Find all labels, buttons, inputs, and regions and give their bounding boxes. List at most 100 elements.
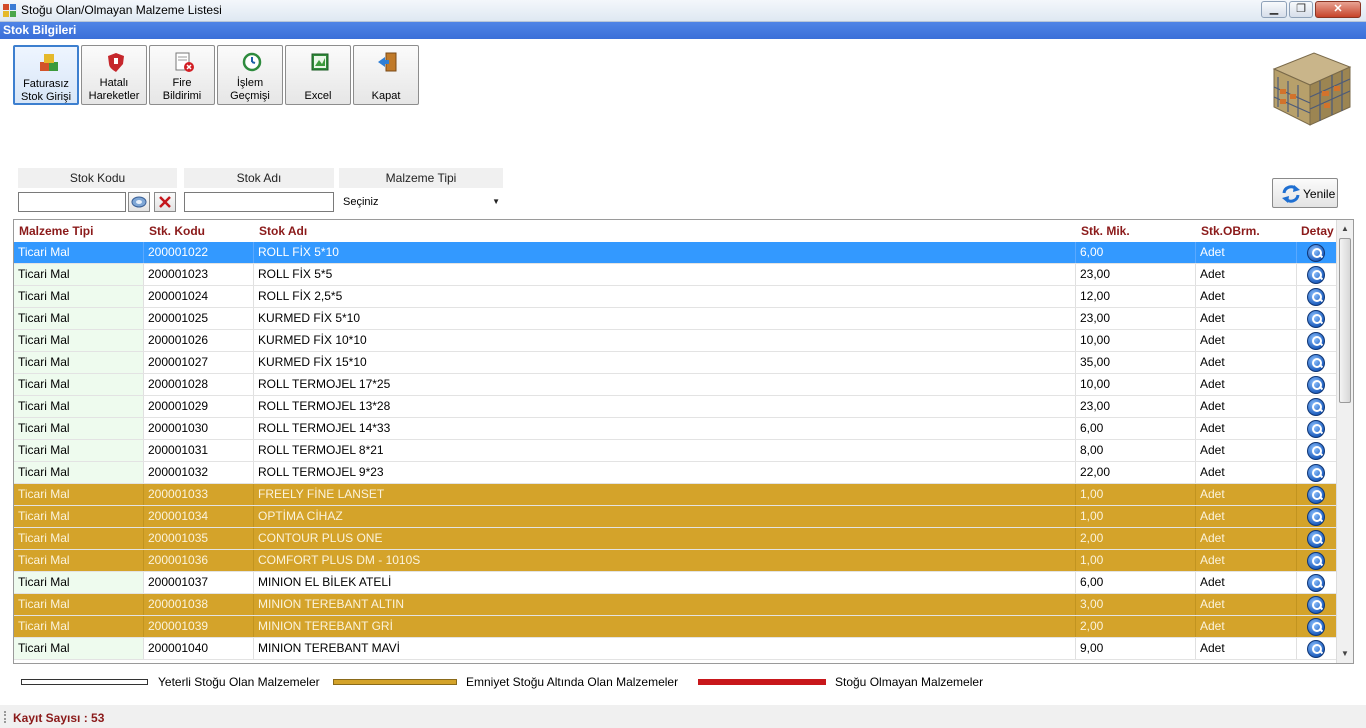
grip-icon — [4, 711, 6, 723]
table-row[interactable]: Ticari Mal 200001040 MINION TEREBANT MAVİ 9… — [14, 638, 1336, 660]
malzeme-tipi-select[interactable]: Seçiniz ▼ — [339, 192, 503, 212]
cell-detay — [1296, 286, 1336, 307]
cell-stk-mik: 22,00 — [1075, 462, 1195, 483]
magnifier-icon[interactable] — [1307, 596, 1325, 614]
cell-detay — [1296, 418, 1336, 439]
column-header-stok-adi[interactable]: Stok Adı — [259, 224, 307, 238]
cell-stk-obrm: Adet — [1195, 462, 1296, 483]
scroll-up-icon[interactable]: ▲ — [1337, 221, 1353, 237]
column-header-stk-mik[interactable]: Stk. Mik. — [1081, 224, 1130, 238]
cell-stk-obrm: Adet — [1195, 638, 1296, 659]
islem-gecmisi-button[interactable]: İşlem Geçmişi — [217, 45, 283, 105]
cell-stk-kodu: 200001029 — [143, 396, 253, 417]
magnifier-icon[interactable] — [1307, 398, 1325, 416]
cell-malzeme-tipi: Ticari Mal — [14, 528, 143, 549]
close-button[interactable]: ✕ — [1315, 1, 1361, 18]
excel-icon — [309, 51, 331, 73]
table-row[interactable]: Ticari Mal 200001023 ROLL FİX 5*5 23,00 Adet — [14, 264, 1336, 286]
cell-stk-obrm: Adet — [1195, 484, 1296, 505]
magnifier-icon[interactable] — [1307, 244, 1325, 262]
cell-malzeme-tipi: Ticari Mal — [14, 616, 143, 637]
cell-stk-obrm: Adet — [1195, 352, 1296, 373]
column-header-malzeme-tipi[interactable]: Malzeme Tipi — [19, 224, 93, 238]
clear-button[interactable] — [154, 192, 176, 212]
fire-bildirimi-label: Fire Bildirimi — [162, 77, 202, 102]
column-header-detay[interactable]: Detay — [1301, 224, 1334, 238]
islem-gecmisi-label: İşlem Geçmişi — [230, 77, 270, 102]
magnifier-icon[interactable] — [1307, 530, 1325, 548]
hatali-hareketler-button[interactable]: Hatalı Hareketler — [81, 45, 147, 105]
table-row[interactable]: Ticari Mal 200001035 CONTOUR PLUS ONE 2,00 A… — [14, 528, 1336, 550]
section-header: Stok Bilgileri — [0, 22, 1366, 39]
column-header-stk-obrm[interactable]: Stk.OBrm. — [1201, 224, 1260, 238]
cell-stk-obrm: Adet — [1195, 440, 1296, 461]
table-row[interactable]: Ticari Mal 200001034 OPTİMA CİHAZ 1,00 Adet — [14, 506, 1336, 528]
cell-stok-adi: ROLL TERMOJEL 17*25 — [253, 374, 1075, 395]
magnifier-icon[interactable] — [1307, 354, 1325, 372]
fire-bildirimi-button[interactable]: Fire Bildirimi — [149, 45, 215, 105]
column-header-stk-kodu[interactable]: Stk. Kodu — [149, 224, 205, 238]
table-row[interactable]: Ticari Mal 200001033 FREELY FİNE LANSET 1,0… — [14, 484, 1336, 506]
cell-stk-mik: 8,00 — [1075, 440, 1195, 461]
magnifier-icon[interactable] — [1307, 376, 1325, 394]
search-button[interactable] — [128, 192, 150, 212]
cell-stk-mik: 10,00 — [1075, 374, 1195, 395]
stok-kodu-input[interactable] — [18, 192, 126, 212]
magnifier-icon[interactable] — [1307, 486, 1325, 504]
excel-button[interactable]: Excel — [285, 45, 351, 105]
cell-stk-kodu: 200001030 — [143, 418, 253, 439]
table-row[interactable]: Ticari Mal 200001038 MINION TEREBANT ALTIN… — [14, 594, 1336, 616]
cell-malzeme-tipi: Ticari Mal — [14, 638, 143, 659]
maximize-button[interactable]: ❐ — [1289, 1, 1313, 18]
magnifier-icon[interactable] — [1307, 442, 1325, 460]
boxes-icon — [38, 52, 60, 74]
legend-low: Emniyet Stoğu Altında Olan Malzemeler — [466, 675, 679, 689]
cell-stk-obrm: Adet — [1195, 550, 1296, 571]
magnifier-icon[interactable] — [1307, 508, 1325, 526]
kapat-button[interactable]: Kapat — [353, 45, 419, 105]
table-row[interactable]: Ticari Mal 200001030 ROLL TERMOJEL 14*33 6,… — [14, 418, 1336, 440]
magnifier-icon[interactable] — [1307, 266, 1325, 284]
magnifier-icon[interactable] — [1307, 288, 1325, 306]
magnifier-icon[interactable] — [1307, 552, 1325, 570]
cell-stok-adi: MINION TEREBANT MAVİ — [253, 638, 1075, 659]
magnifier-icon[interactable] — [1307, 332, 1325, 350]
magnifier-icon[interactable] — [1307, 464, 1325, 482]
table-row[interactable]: Ticari Mal 200001032 ROLL TERMOJEL 9*23 22,… — [14, 462, 1336, 484]
scroll-thumb[interactable] — [1339, 238, 1351, 403]
cell-stk-kodu: 200001033 — [143, 484, 253, 505]
table-row[interactable]: Ticari Mal 200001039 MINION TEREBANT GRİ 2,… — [14, 616, 1336, 638]
magnifier-icon[interactable] — [1307, 640, 1325, 658]
cell-stok-adi: COMFORT PLUS DM - 1010S — [253, 550, 1075, 571]
table-row[interactable]: Ticari Mal 200001022 ROLL FİX 5*10 6,00 Adet — [14, 242, 1336, 264]
vertical-scrollbar[interactable]: ▲ ▼ — [1336, 220, 1353, 663]
cell-stok-adi: ROLL FİX 2,5*5 — [253, 286, 1075, 307]
refresh-button[interactable]: Yenile — [1272, 178, 1338, 208]
search-icon — [131, 196, 147, 208]
cell-detay — [1296, 616, 1336, 637]
table-row[interactable]: Ticari Mal 200001027 KURMED FİX 15*10 35,00… — [14, 352, 1336, 374]
magnifier-icon[interactable] — [1307, 310, 1325, 328]
table-row[interactable]: Ticari Mal 200001028 ROLL TERMOJEL 17*25 10… — [14, 374, 1336, 396]
table-row[interactable]: Ticari Mal 200001026 KURMED FİX 10*10 10,00… — [14, 330, 1336, 352]
magnifier-icon[interactable] — [1307, 420, 1325, 438]
table-row[interactable]: Ticari Mal 200001031 ROLL TERMOJEL 8*21 8,0… — [14, 440, 1336, 462]
cell-detay — [1296, 506, 1336, 527]
cell-stk-kodu: 200001025 — [143, 308, 253, 329]
magnifier-icon[interactable] — [1307, 574, 1325, 592]
cell-stk-obrm: Adet — [1195, 528, 1296, 549]
cell-stk-obrm: Adet — [1195, 506, 1296, 527]
table-row[interactable]: Ticari Mal 200001024 ROLL FİX 2,5*5 12,00 Ad… — [14, 286, 1336, 308]
scroll-down-icon[interactable]: ▼ — [1337, 646, 1353, 662]
table-row[interactable]: Ticari Mal 200001025 KURMED FİX 5*10 23,00 A… — [14, 308, 1336, 330]
cell-stk-mik: 1,00 — [1075, 550, 1195, 571]
cell-stk-mik: 12,00 — [1075, 286, 1195, 307]
cell-detay — [1296, 638, 1336, 659]
table-row[interactable]: Ticari Mal 200001029 ROLL TERMOJEL 13*28 23… — [14, 396, 1336, 418]
table-row[interactable]: Ticari Mal 200001036 COMFORT PLUS DM - 101… — [14, 550, 1336, 572]
faturasiz-stok-girisi-button[interactable]: Faturasız Stok Girişi — [13, 45, 79, 105]
minimize-button[interactable]: ▁ — [1261, 1, 1287, 18]
table-row[interactable]: Ticari Mal 200001037 MINION EL BİLEK ATELİ… — [14, 572, 1336, 594]
magnifier-icon[interactable] — [1307, 618, 1325, 636]
stok-adi-input[interactable] — [184, 192, 334, 212]
